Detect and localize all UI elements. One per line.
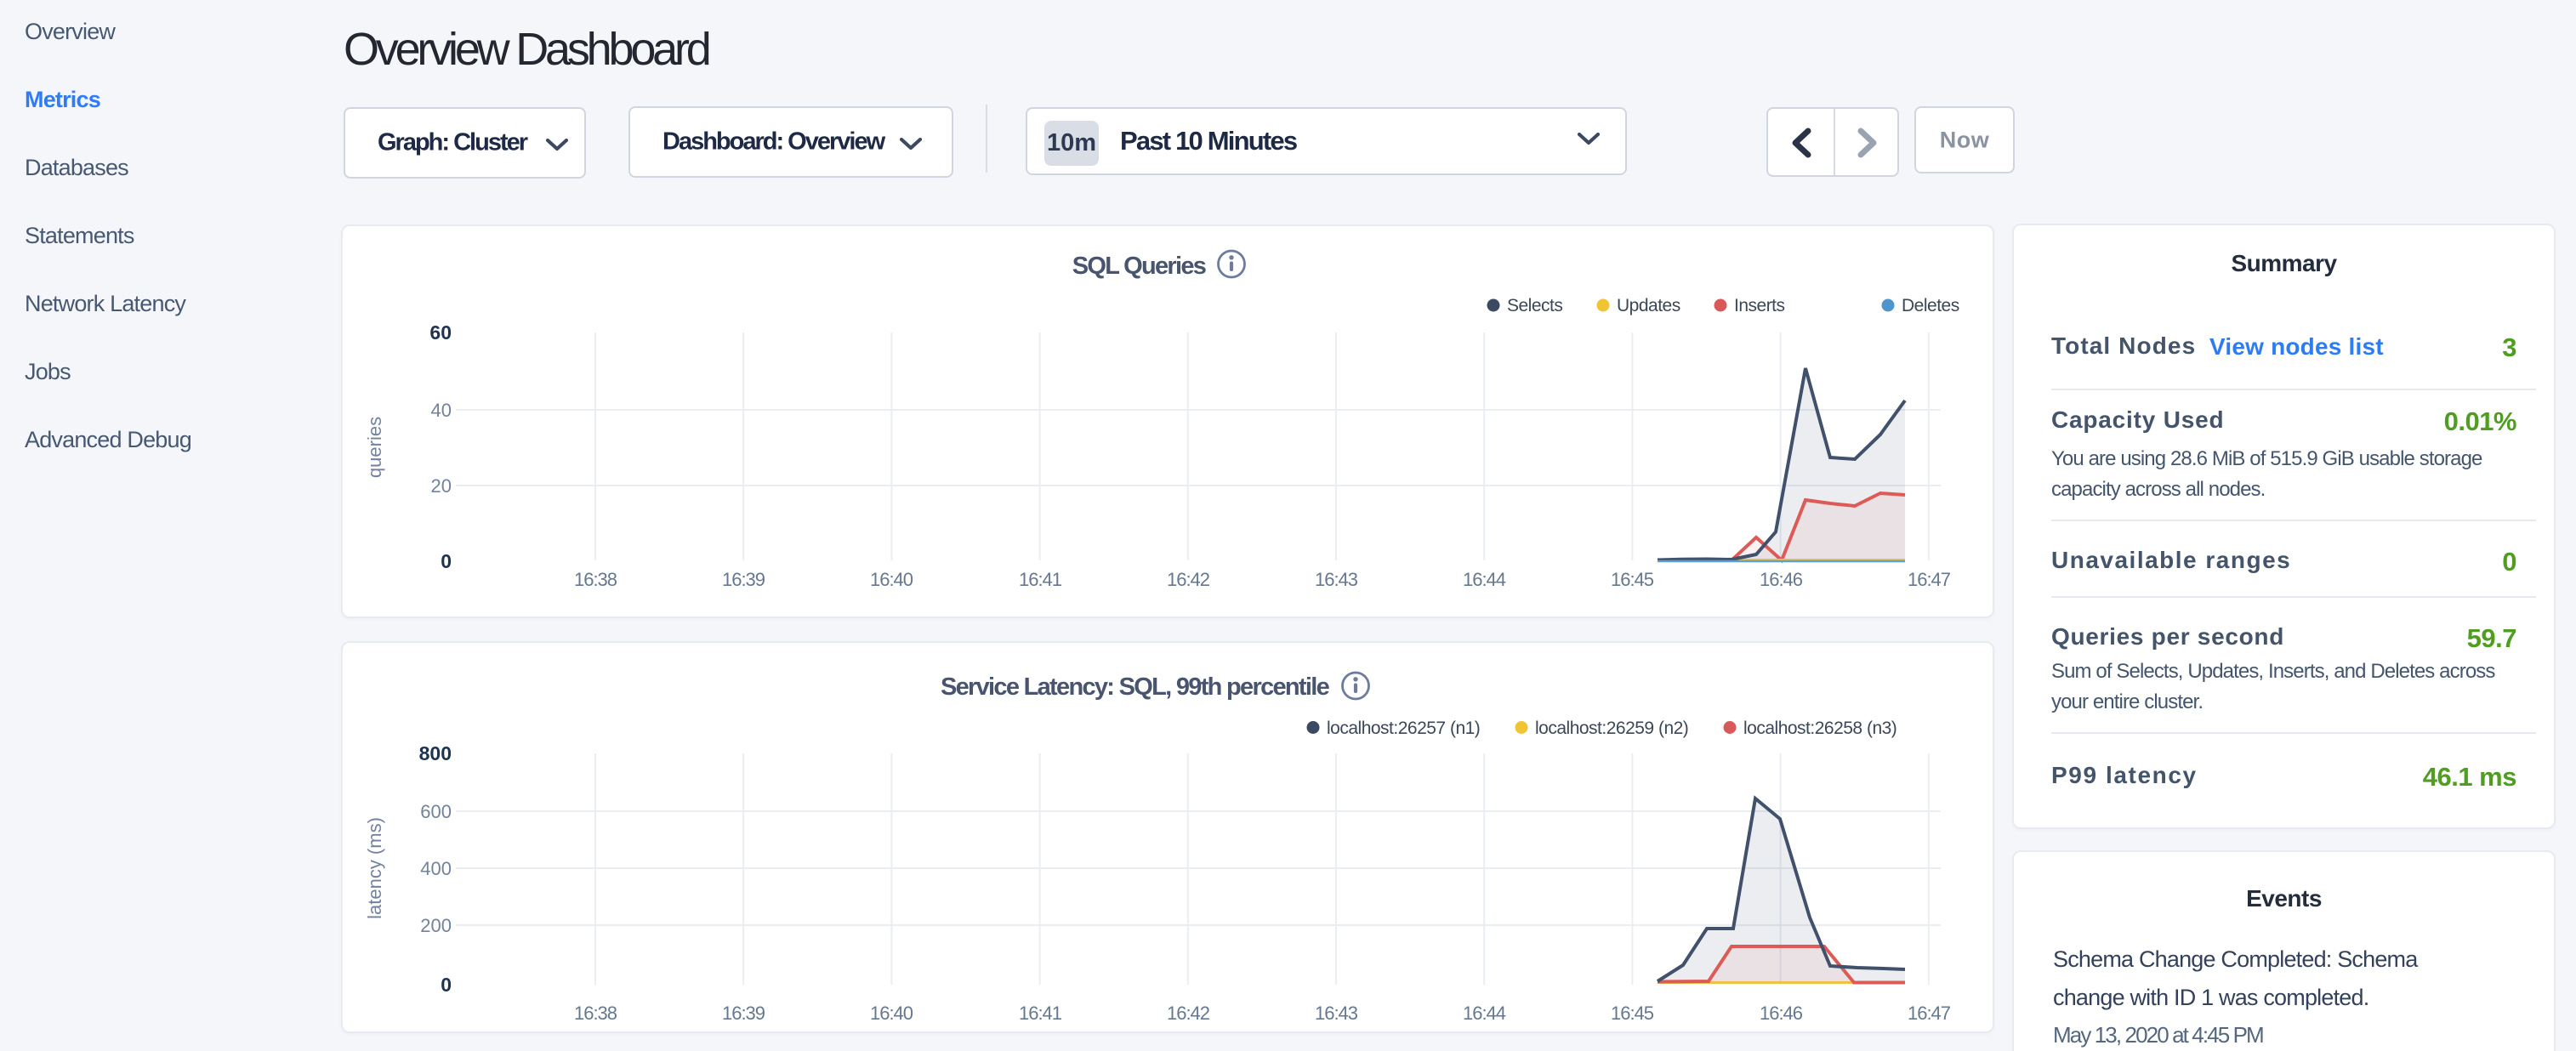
svg-text:16:40: 16:40 (870, 569, 913, 590)
svg-text:16:38: 16:38 (574, 569, 617, 590)
svg-text:200: 200 (420, 915, 452, 936)
svg-text:Selects: Selects (1507, 296, 1562, 315)
svg-text:queries: queries (364, 417, 385, 478)
svg-text:16:39: 16:39 (722, 1003, 765, 1024)
svg-text:16:45: 16:45 (1611, 1003, 1654, 1024)
svg-text:16:45: 16:45 (1611, 569, 1654, 590)
svg-text:SQL Queries: SQL Queries (1072, 253, 1206, 280)
svg-text:16:47: 16:47 (1908, 569, 1951, 590)
svg-text:16:46: 16:46 (1760, 569, 1803, 590)
svg-text:16:44: 16:44 (1463, 1003, 1506, 1024)
svg-text:16:39: 16:39 (722, 569, 765, 590)
svg-text:16:42: 16:42 (1167, 569, 1210, 590)
svg-text:localhost:26257 (n1): localhost:26257 (n1) (1327, 719, 1480, 738)
svg-text:16:41: 16:41 (1019, 569, 1062, 590)
svg-text:16:43: 16:43 (1315, 569, 1358, 590)
svg-text:Inserts: Inserts (1734, 296, 1785, 315)
svg-text:20: 20 (431, 475, 452, 497)
svg-text:0: 0 (441, 550, 452, 572)
svg-text:0: 0 (441, 974, 452, 996)
svg-text:16:46: 16:46 (1760, 1003, 1803, 1024)
svg-text:60: 60 (429, 321, 452, 344)
svg-text:16:41: 16:41 (1019, 1003, 1062, 1024)
svg-text:16:47: 16:47 (1908, 1003, 1951, 1024)
svg-text:Updates: Updates (1617, 296, 1680, 315)
svg-text:16:38: 16:38 (574, 1003, 617, 1024)
svg-text:Service Latency: SQL, 99th per: Service Latency: SQL, 99th percentile (941, 673, 1330, 701)
svg-text:16:44: 16:44 (1463, 569, 1506, 590)
svg-text:40: 40 (431, 400, 452, 421)
svg-text:16:40: 16:40 (870, 1003, 913, 1024)
svg-text:latency (ms): latency (ms) (364, 817, 385, 919)
svg-text:800: 800 (419, 742, 452, 764)
svg-text:16:43: 16:43 (1315, 1003, 1358, 1024)
svg-text:400: 400 (420, 858, 452, 879)
svg-text:localhost:26259 (n2): localhost:26259 (n2) (1535, 719, 1688, 738)
svg-text:Deletes: Deletes (1902, 296, 1959, 315)
svg-text:localhost:26258 (n3): localhost:26258 (n3) (1743, 719, 1896, 738)
svg-text:16:42: 16:42 (1167, 1003, 1210, 1024)
svg-text:600: 600 (420, 801, 452, 822)
